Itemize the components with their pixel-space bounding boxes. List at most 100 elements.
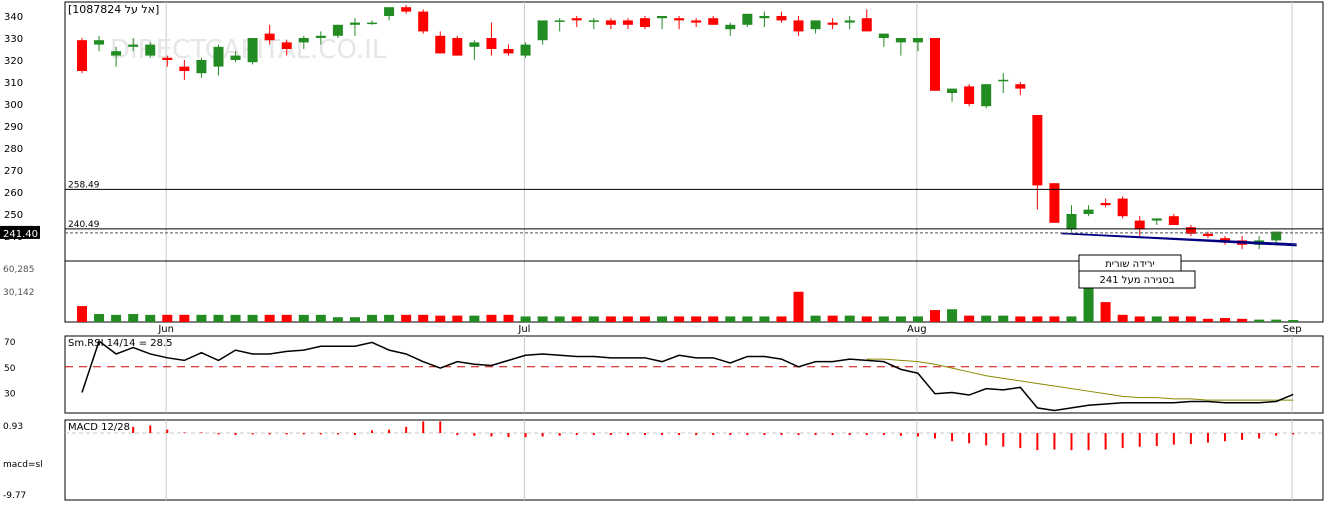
candle-body	[247, 38, 258, 63]
volume-bar	[639, 316, 650, 322]
candle-body	[298, 38, 309, 43]
volume-bar	[94, 314, 105, 322]
volume-bar	[1134, 316, 1145, 322]
volume-bar	[691, 316, 702, 322]
candle-body	[878, 33, 889, 38]
stock-chart: DIRECTCAPITAL.CO.IL 60,28530,142 258.492…	[0, 0, 1326, 502]
candle-body	[213, 46, 224, 67]
candle-body	[349, 22, 360, 25]
chart-labels: [1087824 אל על]	[68, 3, 159, 16]
month-label: Aug	[907, 324, 927, 335]
macd-axis-label: macd=sl	[3, 460, 43, 470]
volume-bar	[349, 317, 360, 322]
candle-body	[520, 44, 531, 56]
rsi-tick-label: 30	[4, 389, 16, 399]
volume-bar	[776, 316, 787, 322]
volume-axis-label: 30,142	[3, 288, 35, 298]
macd-title: MACD 12/28	[68, 422, 130, 433]
candle-body	[332, 24, 343, 36]
volume-bar	[981, 315, 992, 322]
candle-body	[367, 22, 378, 25]
volume-bar	[401, 314, 412, 322]
volume-bar	[332, 317, 343, 322]
candle-body	[930, 38, 940, 91]
price-tick-label: 320	[4, 56, 23, 67]
candle-body	[605, 20, 616, 25]
candle-body	[1015, 84, 1026, 89]
candle-body	[827, 22, 838, 25]
candle-body	[196, 60, 207, 74]
candle-body	[759, 16, 770, 19]
volume-bar	[708, 316, 719, 322]
month-label: Sep	[1283, 324, 1302, 335]
volume-bar	[315, 314, 326, 322]
price-tick-label: 260	[4, 188, 23, 199]
symbol-label: [1087824 אל על]	[68, 3, 159, 16]
volume-bar	[1220, 318, 1231, 322]
candle-body	[384, 7, 395, 16]
candle-body	[1134, 220, 1145, 230]
volume-bar	[1254, 319, 1265, 322]
candle-body	[418, 11, 429, 32]
volume-bar	[998, 315, 1009, 322]
candle-body	[861, 18, 872, 32]
candle-body	[725, 24, 736, 30]
price-tick-label: 340	[4, 12, 23, 23]
volume-bar	[1202, 318, 1213, 322]
volume-bar	[77, 306, 87, 322]
volume-bar	[895, 316, 906, 322]
last-price-label: 241.40	[3, 229, 38, 240]
volume-bar	[844, 315, 855, 322]
volume-bar	[1049, 316, 1060, 322]
candle-body	[981, 84, 992, 107]
volume-bar	[1288, 320, 1299, 322]
candle-body	[947, 88, 958, 93]
candle-body	[1168, 216, 1179, 225]
volume-bar	[264, 314, 275, 322]
volume-bar	[367, 314, 378, 322]
volume-bar	[674, 316, 685, 322]
volume-bar	[878, 316, 889, 322]
volume-bar	[810, 315, 821, 322]
price-tick-label: 330	[4, 34, 23, 45]
rsi-title: Sm.RSI 14/14 = 28.5	[68, 338, 173, 349]
level-label: 240.49	[68, 220, 100, 230]
candle-body	[128, 44, 139, 47]
volume-bar	[605, 316, 616, 322]
candle-body	[162, 57, 173, 60]
volume-bar	[1117, 314, 1128, 322]
volume-bar	[452, 315, 463, 322]
candle-body	[1100, 203, 1111, 206]
candle-body	[639, 18, 650, 27]
volume-bar	[111, 314, 122, 322]
volume-bar	[1168, 316, 1179, 322]
volume-bar	[486, 314, 497, 322]
volume-bar	[622, 316, 633, 322]
level-label: 258.49	[68, 180, 100, 190]
rsi-tick-label: 50	[4, 364, 16, 374]
rsi-tick-label: 70	[4, 338, 16, 348]
candle-body	[401, 7, 412, 12]
volume-bar	[759, 316, 770, 322]
candle-body	[281, 42, 292, 49]
volume-bar	[230, 314, 241, 322]
volume-bar	[1237, 318, 1248, 322]
candle-body	[145, 44, 156, 56]
macd-axis-label: -9.77	[3, 491, 26, 501]
candle-body	[674, 18, 685, 21]
candle-body	[998, 79, 1009, 82]
candle-body	[708, 18, 719, 25]
volume-bar	[861, 316, 872, 322]
candle-body	[503, 49, 514, 54]
candle-body	[94, 40, 105, 45]
candle-body	[844, 20, 855, 23]
annotation-text: בסגירה מעל 241	[1100, 275, 1175, 286]
candle-body	[793, 20, 804, 32]
candle-body	[742, 13, 753, 25]
volume-bar	[418, 314, 429, 322]
volume-bar	[742, 316, 753, 322]
volume-bar	[657, 316, 668, 322]
volume-bar	[196, 314, 207, 322]
volume-bar	[213, 314, 224, 322]
candle-body	[691, 20, 702, 23]
